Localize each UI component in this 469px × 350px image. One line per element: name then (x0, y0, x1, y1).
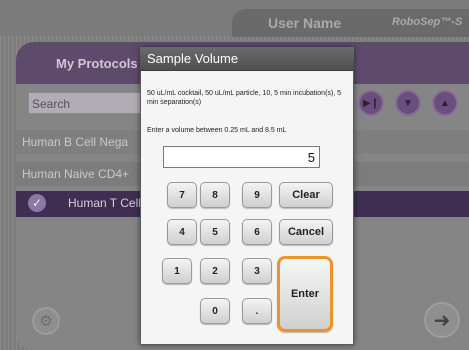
clear-button[interactable]: Clear (279, 182, 333, 208)
gear-icon: ⚙ (39, 313, 53, 330)
next-button[interactable]: ➜ (424, 302, 460, 338)
key-7[interactable]: 7 (167, 182, 197, 208)
chevron-up-icon: ▲ (440, 97, 450, 109)
scroll-up-button[interactable]: ▲ (432, 90, 458, 116)
settings-button[interactable]: ⚙ (32, 307, 60, 335)
scroll-down-button[interactable]: ▼ (395, 90, 421, 116)
dialog-description: 50 uL/mL cocktail, 50 uL/mL particle, 10… (147, 90, 342, 106)
check-icon[interactable]: ✓ (28, 194, 46, 212)
key-3[interactable]: 3 (242, 258, 272, 284)
key-9[interactable]: 9 (242, 182, 272, 208)
cancel-button[interactable]: Cancel (279, 219, 333, 245)
key-0[interactable]: 0 (200, 298, 230, 324)
key-6[interactable]: 6 (242, 219, 272, 245)
key-8[interactable]: 8 (200, 182, 230, 208)
volume-input[interactable] (163, 146, 320, 168)
arrow-right-icon: ➜ (433, 309, 451, 332)
key-4[interactable]: 4 (167, 219, 197, 245)
protocols-title[interactable]: My Protocols (56, 56, 138, 71)
key-1[interactable]: 1 (162, 258, 192, 284)
dialog-prompt: Enter a volume between 0.25 mL and 8.5 m… (147, 127, 287, 134)
brand-logo: RoboSep™-S (392, 16, 463, 28)
chevron-down-icon: ▼ (403, 97, 413, 109)
key-2[interactable]: 2 (200, 258, 230, 284)
play-icon: ▶❙ (362, 97, 380, 109)
play-button[interactable]: ▶❙ (358, 90, 384, 116)
dialog-title: Sample Volume (140, 47, 354, 71)
user-name[interactable]: User Name (268, 15, 341, 31)
enter-button[interactable]: Enter (277, 256, 333, 332)
search-input[interactable]: Search (28, 92, 146, 114)
key-5[interactable]: 5 (200, 219, 230, 245)
key-decimal[interactable]: . (242, 298, 272, 324)
